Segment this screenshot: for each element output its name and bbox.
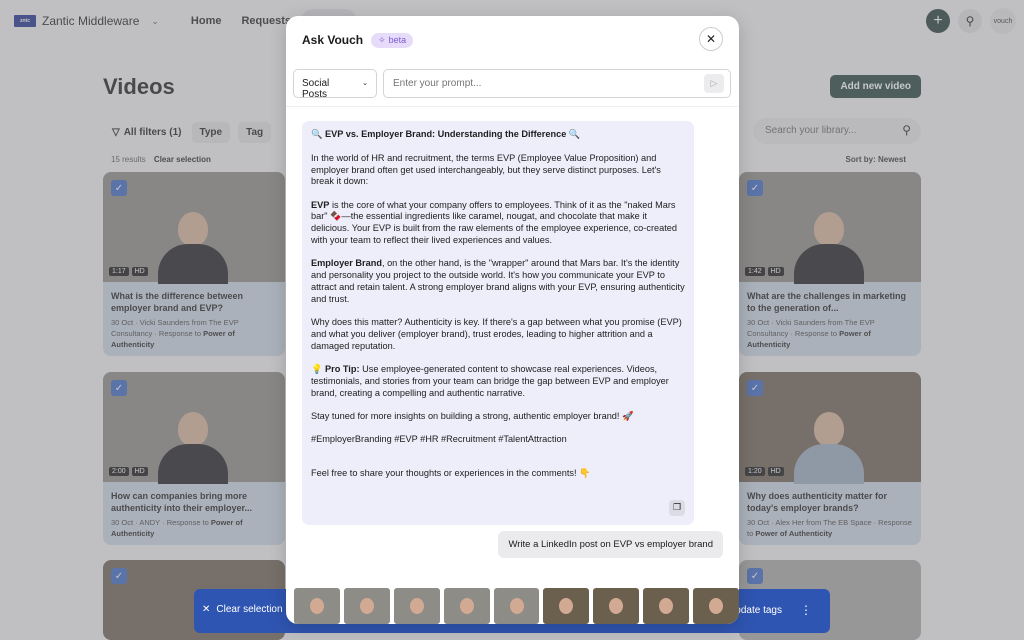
response-paragraph: Feel free to share your thoughts or expe… — [311, 467, 591, 478]
response-paragraph: 💡 Pro Tip: Use employee-generated conten… — [311, 363, 669, 398]
response-paragraph: Stay tuned for more insights on building… — [311, 410, 634, 421]
post-type-value: Social Posts — [302, 78, 330, 100]
response-paragraph: Employer Brand, on the other hand, is th… — [311, 258, 685, 304]
response-paragraph: EVP is the core of what your company off… — [311, 199, 677, 246]
video-thumbnail[interactable] — [643, 588, 690, 624]
video-thumbnail[interactable] — [343, 588, 390, 624]
video-thumbnail[interactable] — [693, 588, 739, 624]
video-thumbnail[interactable] — [543, 588, 590, 624]
video-thumbnail[interactable] — [493, 588, 540, 624]
beta-badge: ✧ beta — [371, 32, 414, 48]
post-type-select[interactable]: Social Posts ⌄ — [293, 69, 377, 100]
chevron-down-icon: ⌄ — [362, 80, 368, 87]
video-thumbnail[interactable] — [294, 588, 340, 624]
send-icon[interactable]: ▷ — [704, 74, 724, 93]
beta-label: beta — [388, 35, 407, 45]
modal-title: Ask Vouch — [302, 33, 364, 47]
close-icon: ✕ — [705, 32, 717, 46]
chat-thread[interactable]: 🔍 EVP vs. Employer Brand: Understanding … — [286, 107, 739, 582]
assistant-response: 🔍 EVP vs. Employer Brand: Understanding … — [302, 121, 694, 525]
prompt-input[interactable] — [383, 69, 731, 98]
copy-icon[interactable]: ❐ — [669, 500, 685, 516]
user-message: Write a LinkedIn post on EVP vs employer… — [498, 531, 723, 558]
video-thumbnail[interactable] — [393, 588, 440, 624]
response-paragraph: Why does this matter? Authenticity is ke… — [311, 317, 682, 351]
bulk-clear-selection-button[interactable]: ✕ Clear selection — [202, 604, 283, 615]
response-heading: 🔍 EVP vs. Employer Brand: Understanding … — [311, 129, 581, 139]
video-thumbnail-strip — [294, 588, 739, 624]
sparkle-icon: ✧ — [378, 34, 386, 45]
response-hashtags: #EmployerBranding #EVP #HR #Recruitment … — [311, 434, 567, 445]
video-thumbnail[interactable] — [593, 588, 640, 624]
close-modal-button[interactable]: ✕ — [699, 27, 723, 51]
bulk-clear-label: Clear selection — [216, 604, 283, 615]
video-thumbnail[interactable] — [443, 588, 490, 624]
close-icon: ✕ — [202, 604, 211, 615]
more-vertical-icon[interactable]: ⋮ — [800, 603, 812, 617]
response-paragraph: In the world of HR and recruitment, the … — [311, 152, 661, 187]
ask-vouch-modal: Ask Vouch ✧ beta ✕ Social Posts ⌄ ▷ 🔍 EV… — [286, 16, 739, 624]
